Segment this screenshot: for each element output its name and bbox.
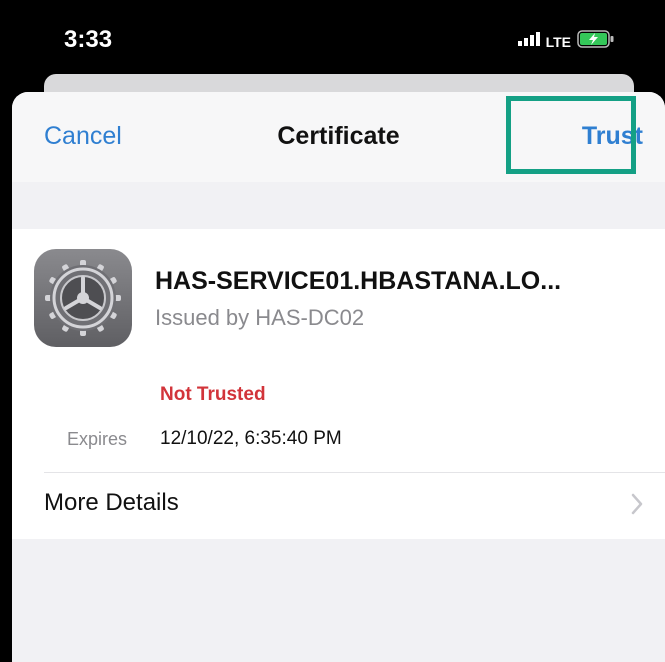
screen: 3:33 LTE Cancel Certificate Trust HAS-SE… bbox=[0, 0, 665, 662]
nav-bar: Cancel Certificate Trust bbox=[12, 92, 665, 182]
certificate-sheet: Cancel Certificate Trust HAS-SERVICE01.H… bbox=[12, 92, 665, 662]
more-details-label: More Details bbox=[44, 489, 179, 516]
signal-bars-icon bbox=[517, 32, 540, 51]
status-time: 3:33 bbox=[64, 26, 113, 53]
trust-status: Not Trusted bbox=[160, 384, 266, 405]
expires-label: Expires bbox=[67, 429, 128, 449]
trust-highlight-box bbox=[506, 96, 636, 174]
certificate-issuer: Issued by HAS-DC02 bbox=[155, 305, 365, 330]
network-label: LTE bbox=[545, 33, 571, 50]
chevron-right-icon bbox=[631, 493, 643, 520]
status-indicators: LTE bbox=[517, 30, 615, 53]
certificate-name: HAS-SERVICE01.HBASTANA.LO... bbox=[155, 267, 562, 295]
expires-value: 12/10/22, 6:35:40 PM bbox=[160, 428, 342, 449]
more-details-row[interactable]: More Details bbox=[12, 473, 665, 539]
cancel-button[interactable]: Cancel bbox=[44, 122, 122, 151]
settings-gear-icon bbox=[34, 249, 132, 347]
battery-charging-icon bbox=[577, 30, 615, 53]
certificate-card: HAS-SERVICE01.HBASTANA.LO... Issued by H… bbox=[12, 229, 665, 539]
